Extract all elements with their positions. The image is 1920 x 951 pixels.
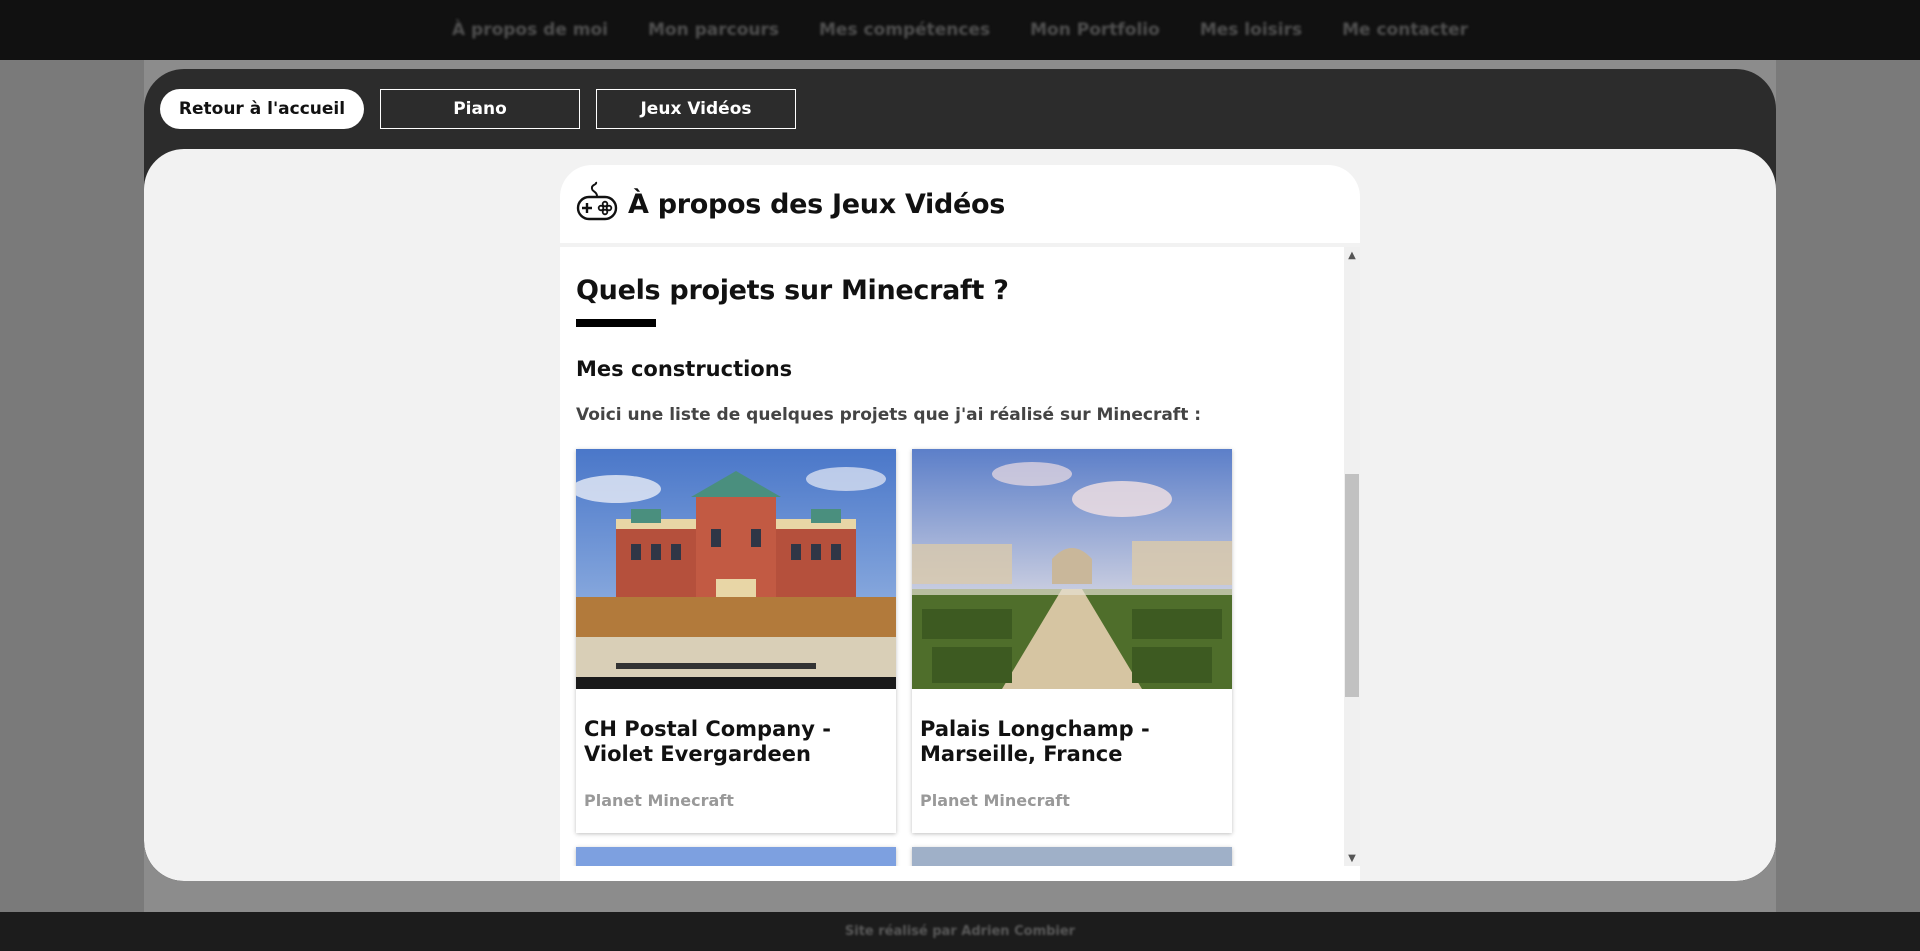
nav-link-portfolio[interactable]: Mon Portfolio (1030, 20, 1160, 40)
site-footer: Site réalisé par Adrien Combier (0, 912, 1920, 951)
project-image-palace (912, 449, 1232, 689)
hobbies-modal: Retour à l'accueil Piano Jeux Vidéos À p… (144, 69, 1776, 881)
modal-tab-bar: Retour à l'accueil Piano Jeux Vidéos (160, 89, 796, 129)
footer-credit: Site réalisé par Adrien Combier (844, 924, 1076, 939)
subsection-title: Mes constructions (576, 357, 793, 381)
scrollbar-thumb[interactable] (1345, 474, 1359, 697)
project-card[interactable] (912, 847, 1232, 866)
nav-link-about[interactable]: À propos de moi (452, 20, 608, 40)
project-card[interactable]: CH Postal Company - Violet Evergardeen P… (576, 449, 896, 833)
tab-video-games[interactable]: Jeux Vidéos (596, 89, 796, 129)
scroll-down-icon[interactable]: ▼ (1344, 850, 1360, 866)
project-image-building (576, 449, 896, 689)
project-title: Palais Longchamp - Marseille, France (920, 717, 1150, 766)
scroll-up-icon[interactable]: ▲ (1344, 247, 1360, 263)
nav-link-career[interactable]: Mon parcours (648, 20, 779, 40)
nav-link-skills[interactable]: Mes compétences (819, 20, 990, 40)
nav-link-hobbies[interactable]: Mes loisirs (1200, 20, 1302, 40)
content-panel: À propos des Jeux Vidéos Quels projets s… (560, 165, 1360, 881)
scroll-area[interactable]: Quels projets sur Minecraft ? Mes constr… (560, 247, 1360, 866)
nav-link-contact[interactable]: Me contacter (1342, 20, 1468, 40)
project-title: CH Postal Company - Violet Evergardeen (584, 717, 831, 766)
back-home-button[interactable]: Retour à l'accueil (160, 89, 364, 129)
section-title: Quels projets sur Minecraft ? (576, 275, 1009, 306)
panel-header: À propos des Jeux Vidéos (560, 165, 1360, 247)
project-card[interactable]: Palais Longchamp - Marseille, France Pla… (912, 449, 1232, 833)
project-source[interactable]: Planet Minecraft (920, 791, 1070, 810)
gamepad-icon (576, 181, 618, 227)
vertical-scrollbar[interactable]: ▲ ▼ (1344, 247, 1360, 866)
panel-title: À propos des Jeux Vidéos (628, 188, 1006, 220)
top-navigation: À propos de moi Mon parcours Mes compéte… (0, 0, 1920, 60)
intro-text: Voici une liste de quelques projets que … (576, 405, 1202, 425)
modal-body: À propos des Jeux Vidéos Quels projets s… (144, 149, 1776, 881)
project-source[interactable]: Planet Minecraft (584, 791, 734, 810)
project-card[interactable] (576, 847, 896, 866)
tab-piano[interactable]: Piano (380, 89, 580, 129)
section-underline (576, 319, 656, 327)
